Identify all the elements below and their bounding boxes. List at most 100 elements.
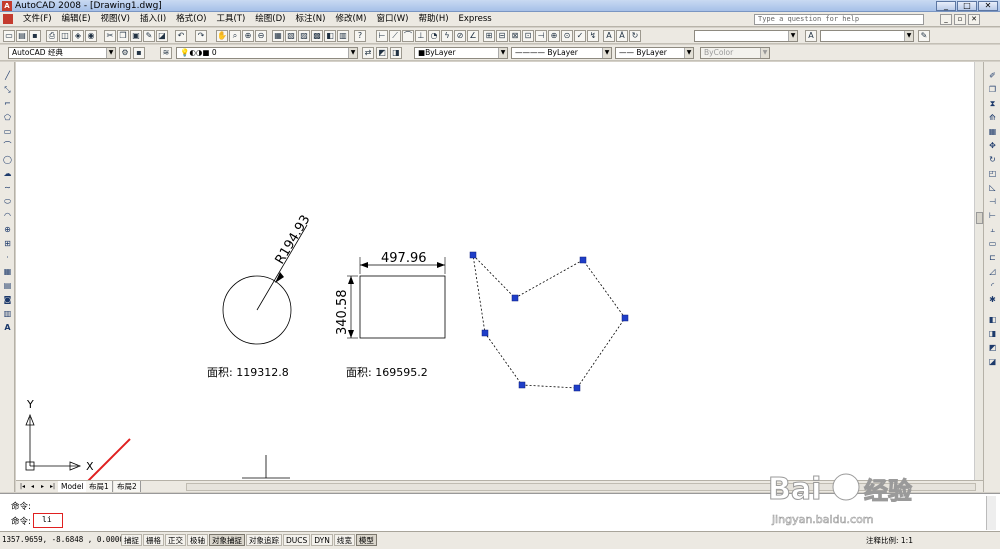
- calculator-icon[interactable]: ▥: [337, 30, 349, 42]
- 3d-dwf-icon[interactable]: ◉: [85, 30, 97, 42]
- dim-ordinate-icon[interactable]: ⊥: [415, 30, 427, 42]
- grip[interactable]: [573, 384, 581, 392]
- arc-icon[interactable]: ⌒: [2, 140, 13, 151]
- plot-icon[interactable]: ⎙: [46, 30, 58, 42]
- model-toggle[interactable]: 模型: [355, 534, 377, 546]
- polygon-icon[interactable]: ⬠: [2, 112, 13, 123]
- maximize-button[interactable]: □: [957, 1, 977, 11]
- trim-icon[interactable]: ⊣: [987, 196, 998, 207]
- help-icon[interactable]: ?: [354, 30, 366, 42]
- scale-icon[interactable]: ◰: [987, 168, 998, 179]
- lineweight-toggle[interactable]: 线宽: [333, 534, 355, 546]
- osnap-toggle[interactable]: 对象捕捉: [209, 534, 245, 546]
- grip[interactable]: [518, 381, 526, 389]
- make-block-icon[interactable]: ⊞: [2, 238, 13, 249]
- ellipse-icon[interactable]: ⬭: [2, 196, 13, 207]
- dim-arc-icon[interactable]: ⌒: [402, 30, 414, 42]
- tab-layout2[interactable]: 布局2: [114, 481, 141, 492]
- dim-continue-icon[interactable]: ⊠: [509, 30, 521, 42]
- mtext-icon[interactable]: A: [2, 322, 13, 333]
- center-mark-icon[interactable]: ⊙: [561, 30, 573, 42]
- workspace-select[interactable]: AutoCAD 经典 ▼: [8, 47, 116, 59]
- command-input[interactable]: li: [42, 515, 52, 524]
- tab-next-icon[interactable]: ▸: [38, 482, 47, 491]
- spline-icon[interactable]: ∼: [2, 182, 13, 193]
- otrack-toggle[interactable]: 对象追踪: [246, 534, 282, 546]
- dim-angular-icon[interactable]: ∠: [467, 30, 479, 42]
- ellipse-arc-icon[interactable]: ◠: [2, 210, 13, 221]
- block-editor-icon[interactable]: ◪: [156, 30, 168, 42]
- selected-polyline[interactable]: [472, 253, 626, 389]
- lineweight-select[interactable]: —— ByLayer ▼: [615, 47, 694, 59]
- draworder-front-icon[interactable]: ◧: [987, 314, 998, 325]
- menu-draw[interactable]: 绘图(D): [250, 12, 290, 27]
- rotate-icon[interactable]: ↻: [987, 154, 998, 165]
- ducs-toggle[interactable]: DUCS: [283, 534, 311, 546]
- menu-format[interactable]: 格式(O): [171, 12, 211, 27]
- properties-icon[interactable]: ▦: [272, 30, 284, 42]
- designcenter-icon[interactable]: ▧: [285, 30, 297, 42]
- region-icon[interactable]: ◙: [2, 294, 13, 305]
- vertical-scrollbar[interactable]: [974, 62, 983, 480]
- mirror-icon[interactable]: ⧗: [987, 98, 998, 109]
- cut-icon[interactable]: ✂: [104, 30, 116, 42]
- tool-palettes-icon[interactable]: ▨: [298, 30, 310, 42]
- menu-file[interactable]: 文件(F): [18, 12, 57, 27]
- point-icon[interactable]: ·: [2, 252, 13, 263]
- dim-style-select[interactable]: ▼: [694, 30, 798, 42]
- draworder-above-icon[interactable]: ◩: [987, 342, 998, 353]
- help-search-input[interactable]: Type a question for help: [754, 14, 924, 25]
- layer-select[interactable]: 💡◐◑■ 0 ▼: [176, 47, 358, 59]
- color-select[interactable]: ■ByLayer ▼: [414, 47, 508, 59]
- inspect-icon[interactable]: ✓: [574, 30, 586, 42]
- grid-toggle[interactable]: 栅格: [143, 534, 164, 546]
- grip[interactable]: [621, 314, 629, 322]
- erase-icon[interactable]: ✐: [987, 70, 998, 81]
- qnew-icon[interactable]: ▭: [3, 30, 15, 42]
- quick-dim-icon[interactable]: ⊞: [483, 30, 495, 42]
- polyline-icon[interactable]: ⌐: [2, 98, 13, 109]
- ortho-toggle[interactable]: 正交: [165, 534, 186, 546]
- hatch-icon[interactable]: ▦: [2, 266, 13, 277]
- preview-icon[interactable]: ◫: [59, 30, 71, 42]
- explode-icon[interactable]: ✱: [987, 294, 998, 305]
- extend-icon[interactable]: ⊢: [987, 210, 998, 221]
- linetype-select[interactable]: ———— ByLayer ▼: [511, 47, 612, 59]
- matchprop-icon[interactable]: ✎: [143, 30, 155, 42]
- copy-object-icon[interactable]: ❐: [987, 84, 998, 95]
- layer-previous-icon[interactable]: ◩: [376, 47, 388, 59]
- grip[interactable]: [511, 294, 519, 302]
- doc-restore-button[interactable]: ▫: [954, 14, 966, 25]
- insert-block-icon[interactable]: ⊕: [2, 224, 13, 235]
- tab-first-icon[interactable]: |◂: [18, 482, 27, 491]
- dim-aligned-icon[interactable]: ⟋: [389, 30, 401, 42]
- menu-dimension[interactable]: 标注(N): [290, 12, 330, 27]
- undo-icon[interactable]: ↶: [175, 30, 187, 42]
- dim-space-icon[interactable]: ⊡: [522, 30, 534, 42]
- paste-icon[interactable]: ▣: [130, 30, 142, 42]
- gradient-icon[interactable]: ▤: [2, 280, 13, 291]
- draworder-under-icon[interactable]: ◪: [987, 356, 998, 367]
- grip[interactable]: [579, 256, 587, 264]
- revcloud-icon[interactable]: ☁: [2, 168, 13, 179]
- menu-window[interactable]: 窗口(W): [371, 12, 413, 27]
- layer-states-icon[interactable]: ◨: [390, 47, 402, 59]
- dim-update-icon[interactable]: ↻: [629, 30, 641, 42]
- menu-express[interactable]: Express: [454, 12, 497, 27]
- save-icon[interactable]: ▪: [29, 30, 41, 42]
- menu-edit[interactable]: 编辑(E): [57, 12, 96, 27]
- array-icon[interactable]: ▦: [987, 126, 998, 137]
- table-style-icon[interactable]: ✎: [918, 30, 930, 42]
- annotation-scale[interactable]: 注释比例: 1:1: [866, 535, 913, 546]
- stretch-icon[interactable]: ◺: [987, 182, 998, 193]
- zoom-realtime-icon[interactable]: ⌕: [229, 30, 241, 42]
- zoom-window-icon[interactable]: ⊕: [242, 30, 254, 42]
- workspace-settings-icon[interactable]: ⚙: [119, 47, 131, 59]
- zoom-previous-icon[interactable]: ⊖: [255, 30, 267, 42]
- doc-minimize-button[interactable]: _: [940, 14, 952, 25]
- menu-view[interactable]: 视图(V): [96, 12, 135, 27]
- construction-line-icon[interactable]: ⤡: [2, 84, 13, 95]
- break-icon[interactable]: ▭: [987, 238, 998, 249]
- dyn-toggle[interactable]: DYN: [311, 534, 333, 546]
- break-at-point-icon[interactable]: ⫠: [987, 224, 998, 235]
